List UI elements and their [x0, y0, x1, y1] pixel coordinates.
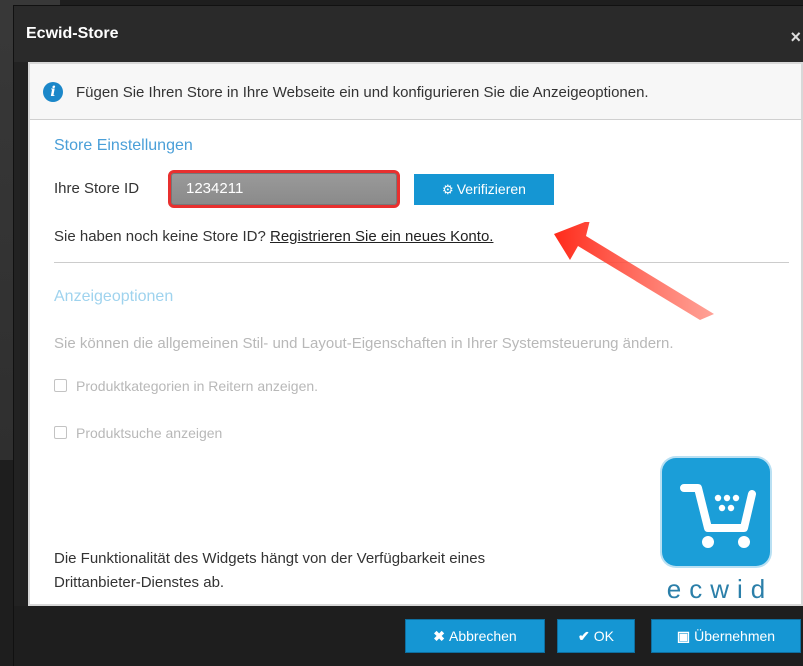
store-settings-heading: Store Einstellungen	[54, 137, 193, 154]
cancel-button-label: Abbrechen	[449, 628, 517, 644]
ecwid-logo-text: ecwid	[666, 574, 774, 604]
store-id-label: Ihre Store ID	[54, 180, 140, 197]
display-options-description: Sie können die allgemeinen Stil- und Lay…	[54, 335, 674, 352]
option-categories-row: Produktkategorien in Reitern anzeigen.	[54, 378, 318, 394]
option-search-row: Produktsuche anzeigen	[54, 425, 222, 441]
save-icon: ▣	[676, 628, 691, 644]
dialog-titlebar: Ecwid-Store ×	[14, 6, 803, 62]
categories-checkbox-label: Produktkategorien in Reitern anzeigen.	[76, 378, 319, 394]
widget-disclaimer: Die Funktionalität des Widgets hängt von…	[54, 547, 594, 595]
red-arrow-annotation	[554, 222, 714, 320]
apply-button[interactable]: ▣ Übernehmen	[652, 620, 800, 652]
info-bar: i Fügen Sie Ihren Store in Ihre Webseite…	[30, 64, 801, 120]
search-checkbox[interactable]	[54, 426, 67, 439]
display-options-heading: Anzeigeoptionen	[54, 288, 174, 305]
verify-button[interactable]: ⚙ Verifizieren	[414, 174, 554, 205]
register-link[interactable]: Registrieren Sie ein neues Konto.	[270, 228, 493, 245]
disclaimer-line-1: Die Funktionalität des Widgets hängt von…	[54, 550, 486, 567]
categories-checkbox[interactable]	[54, 379, 67, 392]
close-icon[interactable]: ×	[790, 28, 801, 46]
verify-button-label: Verifizieren	[456, 181, 526, 197]
ecwid-logo	[662, 458, 770, 566]
search-checkbox-label: Produktsuche anzeigen	[76, 425, 223, 441]
ecwid-store-dialog: Ecwid-Store × i Fügen Sie Ihren Store in…	[14, 6, 803, 666]
dialog-title: Ecwid-Store	[26, 25, 119, 42]
info-text: Fügen Sie Ihren Store in Ihre Webseite e…	[76, 84, 649, 101]
disclaimer-line-2: Drittanbieter-Dienstes ab.	[54, 574, 225, 591]
cancel-icon: ✖	[433, 628, 445, 644]
apply-button-label: Übernehmen	[694, 628, 776, 644]
store-id-input[interactable]: 1234211	[168, 170, 400, 208]
ok-button[interactable]: ✔ OK	[558, 620, 634, 652]
gear-icon: ⚙	[442, 182, 454, 197]
no-store-id-text: Sie haben noch keine Store ID? Registrie…	[54, 228, 493, 245]
shopping-cart-icon	[680, 484, 756, 548]
no-store-id-prompt: Sie haben noch keine Store ID?	[54, 228, 270, 245]
cancel-button[interactable]: ✖ Abbrechen	[406, 620, 544, 652]
check-icon: ✔	[578, 628, 590, 644]
info-icon: i	[43, 82, 63, 102]
ok-button-label: OK	[593, 628, 614, 644]
dialog-content: i Fügen Sie Ihren Store in Ihre Webseite…	[28, 62, 803, 606]
